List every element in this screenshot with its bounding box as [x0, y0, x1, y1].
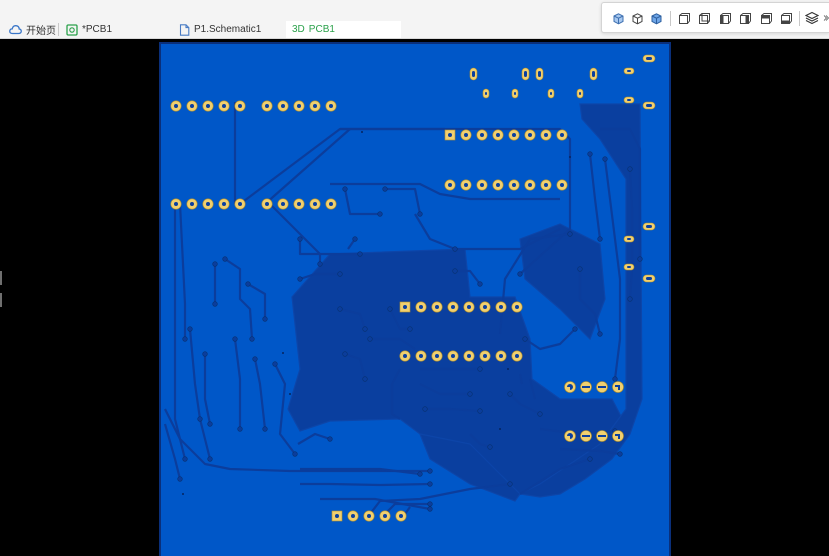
- view-top-icon[interactable]: [759, 11, 773, 25]
- viewport-edge-marker: [0, 293, 2, 307]
- toolbar-divider: [670, 11, 671, 26]
- view-bottom-icon[interactable]: [779, 11, 793, 25]
- home-cloud-icon: [9, 24, 22, 35]
- collapse-icon[interactable]: [823, 11, 829, 25]
- tab-start-page-label: 开始页: [26, 26, 56, 37]
- view-left-icon[interactable]: [718, 11, 732, 25]
- tab-3d-pcb1[interactable]: 3D PCB1: [286, 21, 401, 38]
- view-right-icon[interactable]: [738, 11, 752, 25]
- 3d-view-icon: 3D: [292, 24, 305, 35]
- tab-pcb1-label: *PCB1: [82, 24, 113, 35]
- view-front-icon[interactable]: [677, 11, 691, 25]
- viewport-edge-marker: [0, 271, 2, 285]
- pcb-icon: [66, 23, 78, 36]
- view-cube-top-icon[interactable]: [611, 11, 625, 25]
- document-icon: [179, 23, 190, 36]
- pcb-board: [159, 42, 671, 556]
- layers-icon[interactable]: [805, 11, 819, 25]
- tab-schematic[interactable]: P1.Schematic1: [173, 21, 267, 38]
- view-cube-iso-icon[interactable]: [649, 11, 663, 25]
- tab-3d-pcb1-label: PCB1: [308, 24, 335, 35]
- tab-start-page[interactable]: 开始页: [3, 21, 62, 38]
- tab-schematic-label: P1.Schematic1: [194, 24, 262, 35]
- 3d-viewport[interactable]: [0, 39, 829, 556]
- view-toolbar: [601, 2, 829, 33]
- tab-pcb1[interactable]: *PCB1: [60, 21, 118, 38]
- view-back-icon[interactable]: [697, 11, 711, 25]
- toolbar-divider: [799, 11, 800, 26]
- tab-separator: [58, 23, 59, 36]
- view-cube-bottom-icon[interactable]: [630, 11, 644, 25]
